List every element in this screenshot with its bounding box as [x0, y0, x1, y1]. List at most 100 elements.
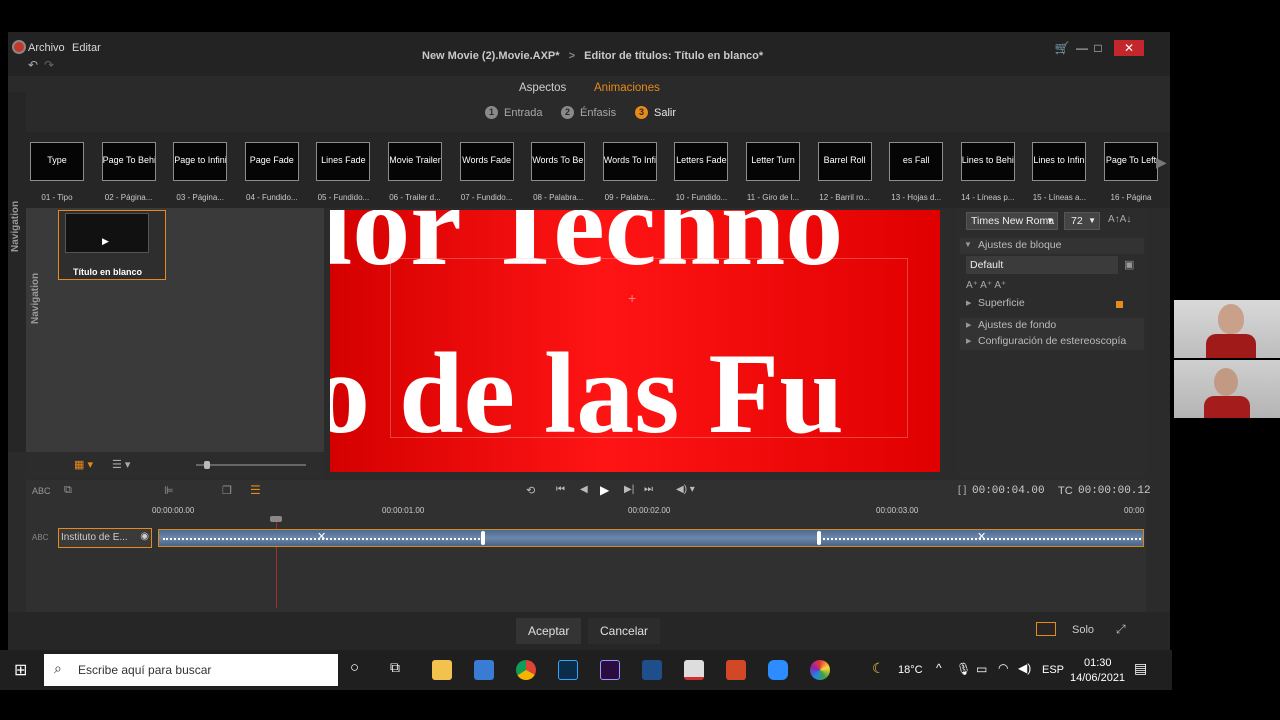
save-style-icon[interactable]: ▣: [1124, 258, 1134, 271]
video-tile-participant-2[interactable]: [1174, 360, 1280, 418]
taskbar-search-box[interactable]: ⌕ Escribe aquí para buscar: [44, 654, 338, 686]
animation-thumbnail[interactable]: Words To Infinity: [602, 142, 657, 181]
windows-start-icon[interactable]: ⊞: [14, 660, 27, 680]
text-track-icon[interactable]: ABC: [32, 486, 51, 496]
app-icon[interactable]: [642, 660, 662, 680]
close-button[interactable]: ✕: [1114, 40, 1144, 56]
shape-track-icon[interactable]: ⧉: [64, 484, 72, 497]
accept-button[interactable]: Aceptar: [516, 618, 582, 644]
duration-value[interactable]: 00:00:04.00: [972, 485, 1045, 497]
weather-temp[interactable]: 18°C: [898, 664, 923, 676]
step-forward-icon[interactable]: ▶|: [624, 484, 634, 495]
block-settings-header[interactable]: ▼ Ajustes de bloque: [960, 238, 1144, 254]
battery-icon[interactable]: ▭: [976, 662, 987, 676]
strip-scroll-right-icon[interactable]: ▶: [1156, 154, 1167, 171]
visibility-eye-icon[interactable]: ◉: [140, 531, 149, 542]
animation-thumbnail[interactable]: Letter Turn: [746, 142, 800, 181]
animation-thumbnail[interactable]: Type: [30, 142, 84, 181]
animation-thumbnail[interactable]: Barrel Roll: [817, 142, 872, 181]
font-grow-shrink-icon[interactable]: A↑A↓: [1108, 214, 1131, 225]
font-size-select[interactable]: 72 ▼: [1064, 212, 1100, 230]
menu-editar[interactable]: Editar: [72, 42, 101, 54]
zoom-slider[interactable]: [196, 461, 306, 469]
tray-chevron-icon[interactable]: ^: [936, 661, 942, 675]
maximize-button[interactable]: □: [1084, 40, 1112, 56]
animation-thumbnail[interactable]: Letters Fade: [674, 142, 729, 181]
font-family-select[interactable]: Times New Roma ▼: [966, 212, 1058, 230]
volume-icon[interactable]: ◀) ▾: [676, 484, 695, 495]
undo-icon[interactable]: ↶: [28, 58, 38, 72]
loop-icon[interactable]: ⟲: [526, 484, 535, 497]
surface-row[interactable]: ▶ Superficie: [960, 296, 1144, 312]
video-tile-participant-1[interactable]: [1174, 300, 1280, 358]
photoshop-icon[interactable]: [558, 660, 578, 680]
fullscreen-icon[interactable]: ⤢: [1116, 622, 1126, 637]
stereo-settings-header[interactable]: ▶ Configuración de estereoscopía: [960, 334, 1144, 350]
animation-handle[interactable]: [481, 531, 485, 545]
text-style-icons[interactable]: A⁺ A⁺ A⁺: [966, 280, 1006, 291]
title-preview-canvas[interactable]: lor Techno o de las Fu +: [330, 210, 940, 472]
file-explorer-icon[interactable]: [432, 660, 452, 680]
animation-thumbnail[interactable]: Movie Trailer: [388, 142, 442, 181]
powerpoint-icon[interactable]: [726, 660, 746, 680]
animation-thumbnail[interactable]: Page To Behind: [101, 142, 156, 181]
copy-icon[interactable]: ❐: [222, 484, 232, 497]
surface-color-swatch[interactable]: [1116, 301, 1123, 308]
premiere-icon[interactable]: [600, 660, 620, 680]
zoom-icon[interactable]: [768, 660, 788, 680]
list-view-icon[interactable]: ☰ ▾: [112, 458, 130, 471]
track-header[interactable]: Instituto de E... ◉: [58, 528, 152, 548]
grid-view-icon[interactable]: ▦ ▾: [74, 458, 93, 471]
zoom-slider-handle[interactable]: [204, 461, 210, 469]
cancel-button[interactable]: Cancelar: [588, 618, 661, 644]
notifications-icon[interactable]: ▤: [1134, 660, 1147, 677]
align-icon[interactable]: ⊫: [164, 484, 174, 497]
title-clip[interactable]: ✕ ✕: [158, 529, 1144, 547]
animation-thumbnail[interactable]: Lines to Infinity: [1032, 142, 1087, 181]
animation-thumbnail[interactable]: Page to Infinity: [173, 142, 228, 181]
step-salir[interactable]: 3 Salir: [635, 106, 676, 119]
wifi-icon[interactable]: ◠: [998, 661, 1008, 675]
microphone-icon[interactable]: 🎙: [956, 662, 971, 676]
redo-icon[interactable]: ↷: [44, 58, 54, 72]
step-enfasis[interactable]: 2 Énfasis: [561, 106, 616, 119]
timeline-ruler[interactable]: 00:00:00.00 00:00:01.00 00:00:02.00 00:0…: [152, 502, 1144, 524]
step-entrada[interactable]: 1 Entrada: [485, 106, 543, 119]
animation-thumbnail[interactable]: es Fall: [889, 142, 944, 181]
timecode-value[interactable]: 00:00:00.12: [1078, 485, 1151, 497]
go-to-end-icon[interactable]: ⏭: [644, 484, 653, 495]
task-view-icon[interactable]: ⧉: [390, 659, 400, 676]
go-to-start-icon[interactable]: ⏮: [556, 484, 565, 495]
breadcrumb-project[interactable]: New Movie (2).Movie.AXP*: [422, 50, 560, 62]
speaker-icon[interactable]: ◀): [1018, 661, 1031, 675]
title-item-card[interactable]: ▶ Título en blanco: [58, 210, 166, 280]
chrome-icon[interactable]: [516, 660, 536, 680]
style-input[interactable]: Default: [966, 256, 1118, 274]
clock-time[interactable]: 01:30: [1084, 657, 1112, 669]
step-back-icon[interactable]: ◀: [580, 484, 588, 495]
keyframe-x-icon[interactable]: ✕: [977, 530, 986, 543]
animation-handle[interactable]: [817, 531, 821, 545]
animation-thumbnail[interactable]: Lines Fade: [316, 142, 371, 181]
play-button[interactable]: ▶: [600, 483, 609, 497]
weather-icon[interactable]: ☾: [872, 660, 885, 677]
tab-animaciones[interactable]: Animaciones: [594, 82, 660, 94]
keyframe-x-icon[interactable]: ✕: [317, 530, 326, 543]
solo-label[interactable]: Solo: [1072, 624, 1094, 636]
pinnacle-studio-icon[interactable]: [810, 660, 830, 680]
clock-date[interactable]: 14/06/2021: [1070, 672, 1125, 684]
animation-thumbnail[interactable]: Words To Behind: [531, 142, 586, 181]
layers-icon[interactable]: ☰: [250, 483, 261, 497]
cortana-icon[interactable]: ○: [350, 659, 359, 676]
tab-aspectos[interactable]: Aspectos: [519, 82, 566, 94]
background-settings-header[interactable]: ▶ Ajustes de fondo: [960, 318, 1144, 334]
animation-thumbnail[interactable]: Page To Left: [1104, 142, 1158, 181]
solo-toggle-icon[interactable]: [1036, 622, 1056, 636]
animation-thumbnail[interactable]: Page Fade: [244, 142, 299, 181]
animation-thumbnail[interactable]: Lines to Behind: [960, 142, 1015, 181]
store-icon[interactable]: [474, 660, 494, 680]
menu-archivo[interactable]: Archivo: [28, 42, 65, 54]
language-indicator[interactable]: ESP: [1042, 664, 1064, 676]
animation-thumbnail[interactable]: Words Fade: [459, 142, 514, 181]
acrobat-icon[interactable]: [684, 660, 704, 680]
